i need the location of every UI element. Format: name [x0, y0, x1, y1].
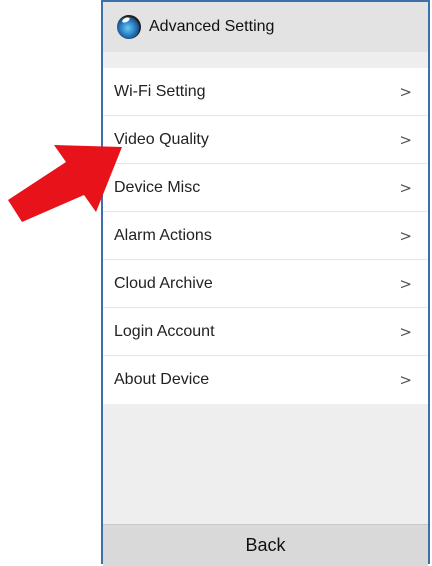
- menu-item-device-misc[interactable]: Device Misc >: [103, 164, 428, 212]
- chevron-right-icon: >: [399, 178, 412, 197]
- back-button[interactable]: Back: [103, 524, 428, 566]
- chevron-right-icon: >: [399, 130, 412, 149]
- menu-item-video-quality[interactable]: Video Quality >: [103, 116, 428, 164]
- chevron-right-icon: >: [399, 226, 412, 245]
- chevron-right-icon: >: [399, 371, 412, 389]
- menu-item-label: Cloud Archive: [114, 274, 213, 292]
- red-pointer-arrow-icon: [8, 145, 122, 222]
- menu-item-label: About Device: [114, 371, 210, 388]
- menu-item-about-device[interactable]: About Device >: [103, 356, 428, 404]
- chevron-right-icon: >: [399, 322, 412, 341]
- chevron-right-icon: >: [399, 274, 412, 293]
- page-title: Advanced Setting: [149, 18, 275, 35]
- title-bar: Advanced Setting: [103, 2, 428, 52]
- menu-item-label: Login Account: [114, 322, 215, 340]
- menu-item-wifi-setting[interactable]: Wi-Fi Setting >: [103, 68, 428, 116]
- menu-item-cloud-archive[interactable]: Cloud Archive >: [103, 260, 428, 308]
- menu-item-login-account[interactable]: Login Account >: [103, 308, 428, 356]
- menu-item-alarm-actions[interactable]: Alarm Actions >: [103, 212, 428, 260]
- settings-menu: Wi-Fi Setting > Video Quality > Device M…: [103, 68, 428, 404]
- arrow-shape: [8, 145, 122, 222]
- device-screen: Advanced Setting Wi-Fi Setting > Video Q…: [101, 0, 430, 566]
- chevron-right-icon: >: [399, 82, 412, 101]
